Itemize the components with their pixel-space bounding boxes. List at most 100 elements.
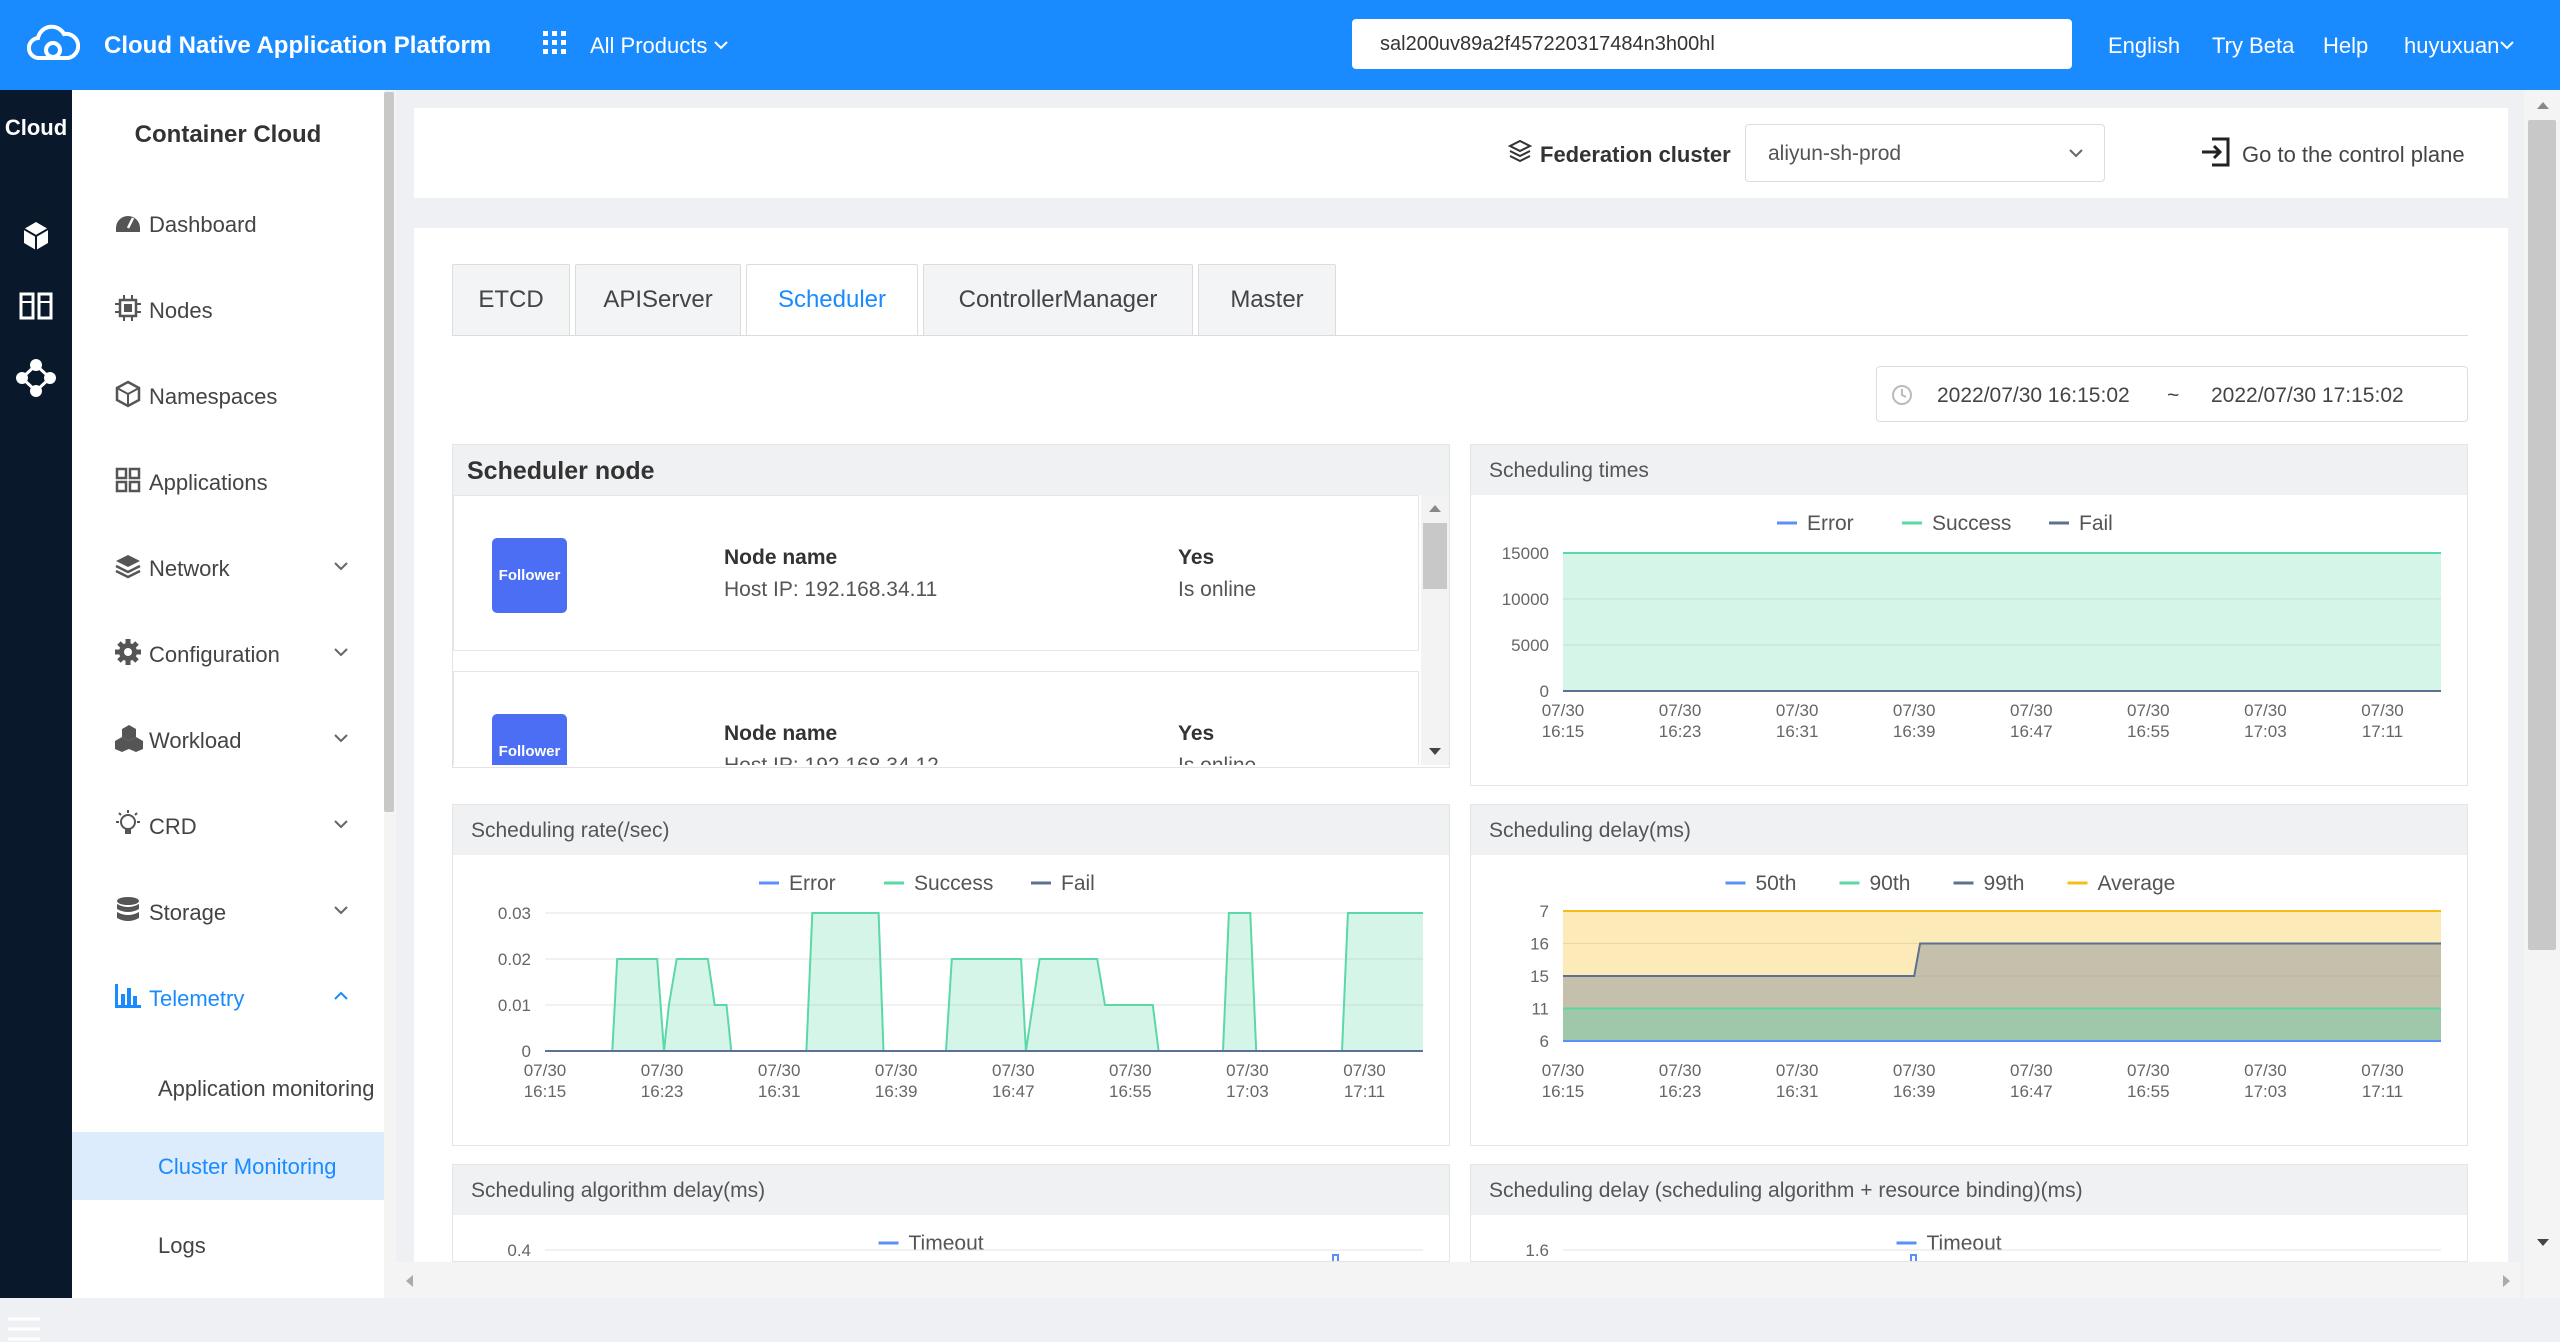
network-nodes-icon[interactable] [12,354,60,402]
chevron-down-icon [334,648,348,657]
x-tick-label: 07/30 16:31 [758,1061,801,1101]
language-link[interactable]: English [2108,33,2180,59]
enter-icon [2202,137,2230,167]
cloud-logo-icon[interactable] [26,24,80,64]
dashboard-icon [116,216,140,232]
scheduling-times-chart[interactable]: 0 5000 10000 15000 Error Success Fail 07/30 16:1… [1471,495,2468,786]
node-online-label: Is online [1178,578,1257,601]
chevron-down-icon[interactable] [714,40,728,50]
sidebar-item-network[interactable]: Network [72,524,384,610]
sidebar-item-telemetry[interactable]: Telemetry [72,954,384,1040]
y-tick-label: 10000 [1502,590,1549,609]
database-icon [117,897,139,921]
scheduling-delay-panel: Scheduling delay(ms) 6 11 15 16 7 50th 90th 99t… [1470,804,2468,1146]
sidebar-item-label: Workload [149,728,242,753]
legend-label: 50th [1756,872,1797,895]
node-list-scrollbar[interactable] [1421,495,1449,765]
role-badge: Follower [492,538,567,613]
tab-apiserver[interactable]: APIServer [575,264,741,336]
legend-label: Timeout [1927,1232,2002,1255]
x-tick-label: 07/30 16:55 [2127,701,2170,741]
x-tick-label: 07/30 17:03 [2244,1061,2287,1101]
scroll-left-icon[interactable] [404,1274,414,1288]
top-bar: Cloud Native Application Platform All Pr… [0,0,2560,90]
panel-title: Scheduling delay(ms) [1489,819,1691,842]
tab-scheduler[interactable]: Scheduler [746,264,918,336]
sidebar-item-label: Application monitoring [158,1076,375,1101]
node-online-value: Yes [1178,546,1215,569]
try-beta-link[interactable]: Try Beta [2212,33,2294,59]
node-card[interactable]: Follower Node name Host IP: 192.168.34.1… [453,495,1419,651]
x-tick-label: 07/30 16:47 [2010,1061,2053,1101]
sidebar-item-label: Dashboard [149,212,257,237]
scroll-down-icon[interactable] [1428,747,1442,757]
date-start: 2022/07/30 16:15:02 [1937,384,2130,407]
chevron-down-icon [334,820,348,829]
all-products-menu[interactable]: All Products [590,33,707,59]
box-icon[interactable] [12,212,60,260]
layers-icon [115,555,141,579]
y-tick-label: 1.6 [1525,1241,1549,1260]
x-tick-label: 07/30 16:23 [1659,701,1702,741]
scheduling-delay-chart[interactable]: 6 11 15 16 7 50th 90th 99th Average 07/30 16:15 07/… [1471,855,2468,1146]
search-input[interactable] [1352,19,2072,69]
scroll-up-icon[interactable] [2536,100,2550,110]
sidebar-item-workload[interactable]: Workload [72,696,384,782]
x-tick-label: 07/30 16:55 [1109,1061,1152,1101]
rail-title: Cloud [4,115,68,140]
gear-icon [115,639,141,665]
sidebar-item-label: Telemetry [149,986,245,1011]
sidebar-scrollbar-thumb[interactable] [384,92,394,812]
x-tick-label: 07/30 17:11 [2361,701,2404,741]
scheduling-algorithm-delay-chart[interactable]: Timeout 0.4 [453,1215,1450,1262]
tab-master[interactable]: Master [1198,264,1336,336]
help-link[interactable]: Help [2323,33,2368,59]
x-tick-label: 07/30 16:31 [1776,701,1819,741]
sidebar-subitem-logs[interactable]: Logs [72,1211,384,1279]
panel-header: Scheduling delay (scheduling algorithm +… [1471,1165,2467,1215]
app-title[interactable]: Cloud Native Application Platform [104,32,491,60]
horizontal-scrollbar[interactable] [396,1262,2520,1298]
sidebar-item-dashboard[interactable]: Dashboard [72,180,384,266]
chevron-down-icon[interactable] [2500,40,2514,50]
scroll-up-icon[interactable] [1428,503,1442,513]
scheduling-delay-binding-chart[interactable]: Timeout 1.6 [1471,1215,2468,1262]
y-tick-label: 0.02 [498,950,531,969]
x-tick-label: 07/30 16:55 [2127,1061,2170,1101]
legend-label: Success [1932,512,2011,535]
menu-icon[interactable] [8,1316,40,1342]
sidebar-item-applications[interactable]: Applications [72,438,384,524]
grid-icon[interactable] [543,31,567,55]
sidebar-item-namespaces[interactable]: Namespaces [72,352,384,438]
sidebar-subitem-cluster-monitoring[interactable]: Cluster Monitoring [72,1132,384,1200]
tab-etcd[interactable]: ETCD [452,264,570,336]
tab-divider [452,335,2468,336]
cluster-select[interactable]: aliyun-sh-prod [1745,124,2105,182]
node-online-label: Is online [1178,754,1256,765]
chip-icon [115,295,141,321]
tab-controllermanager[interactable]: ControllerManager [923,264,1193,336]
y-tick-label: 7 [1540,902,1549,921]
node-card[interactable]: Follower Node name Host IP: 192.168.34.1… [453,671,1419,765]
scheduling-rate-panel: Scheduling rate(/sec) 0 0.01 0.02 0.03 Error… [452,804,1450,1146]
bar-chart-icon [115,984,141,1008]
sidebar-item-label: Storage [149,900,227,925]
sidebar-item-label: Configuration [149,642,280,667]
vertical-scrollbar-thumb[interactable] [2528,120,2556,950]
scrollbar-thumb[interactable] [1423,523,1447,589]
node-list[interactable]: Follower Node name Host IP: 192.168.34.1… [453,495,1419,765]
panel-title: Scheduler node [467,457,655,485]
date-range-picker[interactable]: 2022/07/30 16:15:02 ~ 2022/07/30 17:15:0… [1876,366,2468,422]
sidebar-item-configuration[interactable]: Configuration [72,610,384,696]
user-menu[interactable]: huyuxuan [2404,33,2499,59]
sidebar-item-label: CRD [149,814,197,839]
scheduling-rate-chart[interactable]: 0 0.01 0.02 0.03 Error Success Fail 07/30 16:15 0… [453,855,1450,1146]
sidebar-item-crd[interactable]: CRD [72,782,384,868]
scroll-down-icon[interactable] [2536,1238,2550,1248]
sidebar-item-nodes[interactable]: Nodes [72,266,384,352]
sidebar-item-storage[interactable]: Storage [72,868,384,954]
sidebar: Container Cloud Dashboard Nodes Namespac… [72,90,384,1298]
scroll-right-icon[interactable] [2502,1274,2512,1288]
sidebar-subitem-application-monitoring[interactable]: Application monitoring [72,1054,384,1122]
columns-icon[interactable] [12,282,60,330]
